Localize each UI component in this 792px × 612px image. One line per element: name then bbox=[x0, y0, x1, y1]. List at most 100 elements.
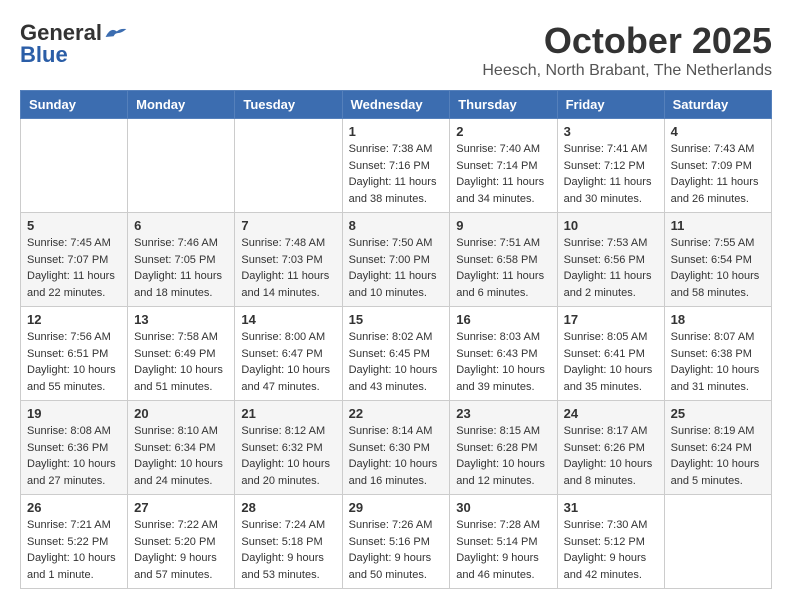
logo: General Blue bbox=[20, 20, 128, 68]
calendar-cell: 6Sunrise: 7:46 AMSunset: 7:05 PMDaylight… bbox=[128, 213, 235, 307]
weekday-header-thursday: Thursday bbox=[450, 91, 557, 119]
calendar-cell: 19 Sunrise: 8:08 AMSunset: 6:36 PMDayligh… bbox=[21, 401, 128, 495]
calendar-table: SundayMondayTuesdayWednesdayThursdayFrid… bbox=[20, 90, 772, 589]
day-info: Sunrise: 8:08 AMSunset: 6:36 PMDaylight:… bbox=[27, 423, 121, 489]
day-number: 30 bbox=[456, 500, 550, 515]
day-info: Sunrise: 7:51 AMSunset: 6:58 PMDaylight:… bbox=[456, 235, 550, 301]
calendar-cell: 4 Sunrise: 7:43 AMSunset: 7:09 PMDaylight… bbox=[664, 119, 771, 213]
day-number: 29 bbox=[349, 500, 444, 515]
calendar-week-3: 12 Sunrise: 7:56 AMSunset: 6:51 PMDayligh… bbox=[21, 307, 772, 401]
day-info: Sunrise: 7:45 AMSunset: 7:07 PMDaylight:… bbox=[27, 235, 121, 301]
day-number: 17 bbox=[564, 312, 658, 327]
day-number: 5 bbox=[27, 218, 121, 233]
calendar-cell: 18 Sunrise: 8:07 AMSunset: 6:38 PMDayligh… bbox=[664, 307, 771, 401]
day-info: Sunrise: 8:07 AMSunset: 6:38 PMDaylight:… bbox=[671, 329, 765, 395]
title-area: October 2025 Heesch, North Brabant, The … bbox=[482, 20, 772, 80]
calendar-cell: 3 Sunrise: 7:41 AMSunset: 7:12 PMDaylight… bbox=[557, 119, 664, 213]
day-info: Sunrise: 7:21 AMSunset: 5:22 PMDaylight:… bbox=[27, 517, 121, 583]
calendar-cell: 20Sunrise: 8:10 AMSunset: 6:34 PMDayligh… bbox=[128, 401, 235, 495]
day-number: 23 bbox=[456, 406, 550, 421]
calendar-cell: 13 Sunrise: 7:58 AMSunset: 6:49 PMDayligh… bbox=[128, 307, 235, 401]
month-title: October 2025 bbox=[482, 20, 772, 62]
day-number: 3 bbox=[564, 124, 658, 139]
day-info: Sunrise: 7:30 AMSunset: 5:12 PMDaylight:… bbox=[564, 517, 658, 583]
calendar-cell: 15 Sunrise: 8:02 AMSunset: 6:45 PMDayligh… bbox=[342, 307, 450, 401]
day-number: 1 bbox=[349, 124, 444, 139]
calendar-cell: 25Sunrise: 8:19 AMSunset: 6:24 PMDayligh… bbox=[664, 401, 771, 495]
calendar-cell: 29Sunrise: 7:26 AMSunset: 5:16 PMDayligh… bbox=[342, 495, 450, 589]
day-number: 16 bbox=[456, 312, 550, 327]
day-info: Sunrise: 7:43 AMSunset: 7:09 PMDaylight:… bbox=[671, 141, 765, 207]
day-number: 13 bbox=[134, 312, 228, 327]
calendar-week-5: 26 Sunrise: 7:21 AMSunset: 5:22 PMDayligh… bbox=[21, 495, 772, 589]
day-info: Sunrise: 8:03 AMSunset: 6:43 PMDaylight:… bbox=[456, 329, 550, 395]
weekday-header-wednesday: Wednesday bbox=[342, 91, 450, 119]
day-number: 18 bbox=[671, 312, 765, 327]
calendar-week-4: 19 Sunrise: 8:08 AMSunset: 6:36 PMDayligh… bbox=[21, 401, 772, 495]
day-info: Sunrise: 7:50 AMSunset: 7:00 PMDaylight:… bbox=[349, 235, 444, 301]
day-number: 19 bbox=[27, 406, 121, 421]
day-number: 26 bbox=[27, 500, 121, 515]
day-number: 9 bbox=[456, 218, 550, 233]
day-number: 14 bbox=[241, 312, 335, 327]
calendar-cell: 2 Sunrise: 7:40 AMSunset: 7:14 PMDaylight… bbox=[450, 119, 557, 213]
day-info: Sunrise: 8:05 AMSunset: 6:41 PMDaylight:… bbox=[564, 329, 658, 395]
calendar-cell bbox=[128, 119, 235, 213]
calendar-cell: 5 Sunrise: 7:45 AMSunset: 7:07 PMDaylight… bbox=[21, 213, 128, 307]
calendar-cell: 22Sunrise: 8:14 AMSunset: 6:30 PMDayligh… bbox=[342, 401, 450, 495]
day-number: 11 bbox=[671, 218, 765, 233]
day-info: Sunrise: 7:55 AMSunset: 6:54 PMDaylight:… bbox=[671, 235, 765, 301]
calendar-week-1: 1 Sunrise: 7:38 AMSunset: 7:16 PMDaylight… bbox=[21, 119, 772, 213]
day-number: 6 bbox=[134, 218, 228, 233]
day-number: 7 bbox=[241, 218, 335, 233]
location-title: Heesch, North Brabant, The Netherlands bbox=[482, 62, 772, 80]
day-info: Sunrise: 7:28 AMSunset: 5:14 PMDaylight:… bbox=[456, 517, 550, 583]
calendar-cell: 7 Sunrise: 7:48 AMSunset: 7:03 PMDaylight… bbox=[235, 213, 342, 307]
page-header: General Blue October 2025 Heesch, North … bbox=[20, 20, 772, 80]
day-info: Sunrise: 7:40 AMSunset: 7:14 PMDaylight:… bbox=[456, 141, 550, 207]
day-info: Sunrise: 8:19 AMSunset: 6:24 PMDaylight:… bbox=[671, 423, 765, 489]
calendar-cell: 26 Sunrise: 7:21 AMSunset: 5:22 PMDayligh… bbox=[21, 495, 128, 589]
weekday-header-row: SundayMondayTuesdayWednesdayThursdayFrid… bbox=[21, 91, 772, 119]
day-info: Sunrise: 7:48 AMSunset: 7:03 PMDaylight:… bbox=[241, 235, 335, 301]
day-info: Sunrise: 7:38 AMSunset: 7:16 PMDaylight:… bbox=[349, 141, 444, 207]
day-number: 15 bbox=[349, 312, 444, 327]
day-info: Sunrise: 8:02 AMSunset: 6:45 PMDaylight:… bbox=[349, 329, 444, 395]
day-info: Sunrise: 8:00 AMSunset: 6:47 PMDaylight:… bbox=[241, 329, 335, 395]
day-info: Sunrise: 7:41 AMSunset: 7:12 PMDaylight:… bbox=[564, 141, 658, 207]
logo-bird-icon bbox=[104, 24, 128, 42]
day-info: Sunrise: 8:12 AMSunset: 6:32 PMDaylight:… bbox=[241, 423, 335, 489]
calendar-cell: 24 Sunrise: 8:17 AMSunset: 6:26 PMDayligh… bbox=[557, 401, 664, 495]
day-info: Sunrise: 7:53 AMSunset: 6:56 PMDaylight:… bbox=[564, 235, 658, 301]
weekday-header-sunday: Sunday bbox=[21, 91, 128, 119]
day-number: 20 bbox=[134, 406, 228, 421]
calendar-cell: 30 Sunrise: 7:28 AMSunset: 5:14 PMDayligh… bbox=[450, 495, 557, 589]
day-number: 10 bbox=[564, 218, 658, 233]
calendar-cell bbox=[235, 119, 342, 213]
day-number: 4 bbox=[671, 124, 765, 139]
logo-blue-text: Blue bbox=[20, 42, 68, 68]
weekday-header-monday: Monday bbox=[128, 91, 235, 119]
calendar-cell: 27 Sunrise: 7:22 AMSunset: 5:20 PMDayligh… bbox=[128, 495, 235, 589]
weekday-header-tuesday: Tuesday bbox=[235, 91, 342, 119]
weekday-header-friday: Friday bbox=[557, 91, 664, 119]
day-info: Sunrise: 7:22 AMSunset: 5:20 PMDaylight:… bbox=[134, 517, 228, 583]
calendar-cell: 21 Sunrise: 8:12 AMSunset: 6:32 PMDayligh… bbox=[235, 401, 342, 495]
day-info: Sunrise: 7:56 AMSunset: 6:51 PMDaylight:… bbox=[27, 329, 121, 395]
calendar-cell: 23 Sunrise: 8:15 AMSunset: 6:28 PMDayligh… bbox=[450, 401, 557, 495]
day-number: 21 bbox=[241, 406, 335, 421]
calendar-cell: 14 Sunrise: 8:00 AMSunset: 6:47 PMDayligh… bbox=[235, 307, 342, 401]
day-number: 27 bbox=[134, 500, 228, 515]
day-info: Sunrise: 7:58 AMSunset: 6:49 PMDaylight:… bbox=[134, 329, 228, 395]
day-number: 12 bbox=[27, 312, 121, 327]
day-number: 2 bbox=[456, 124, 550, 139]
calendar-cell: 10 Sunrise: 7:53 AMSunset: 6:56 PMDayligh… bbox=[557, 213, 664, 307]
calendar-cell: 28Sunrise: 7:24 AMSunset: 5:18 PMDayligh… bbox=[235, 495, 342, 589]
calendar-cell: 11 Sunrise: 7:55 AMSunset: 6:54 PMDayligh… bbox=[664, 213, 771, 307]
day-number: 24 bbox=[564, 406, 658, 421]
day-number: 31 bbox=[564, 500, 658, 515]
calendar-cell bbox=[21, 119, 128, 213]
calendar-cell: 12 Sunrise: 7:56 AMSunset: 6:51 PMDayligh… bbox=[21, 307, 128, 401]
day-info: Sunrise: 8:15 AMSunset: 6:28 PMDaylight:… bbox=[456, 423, 550, 489]
day-info: Sunrise: 8:17 AMSunset: 6:26 PMDaylight:… bbox=[564, 423, 658, 489]
